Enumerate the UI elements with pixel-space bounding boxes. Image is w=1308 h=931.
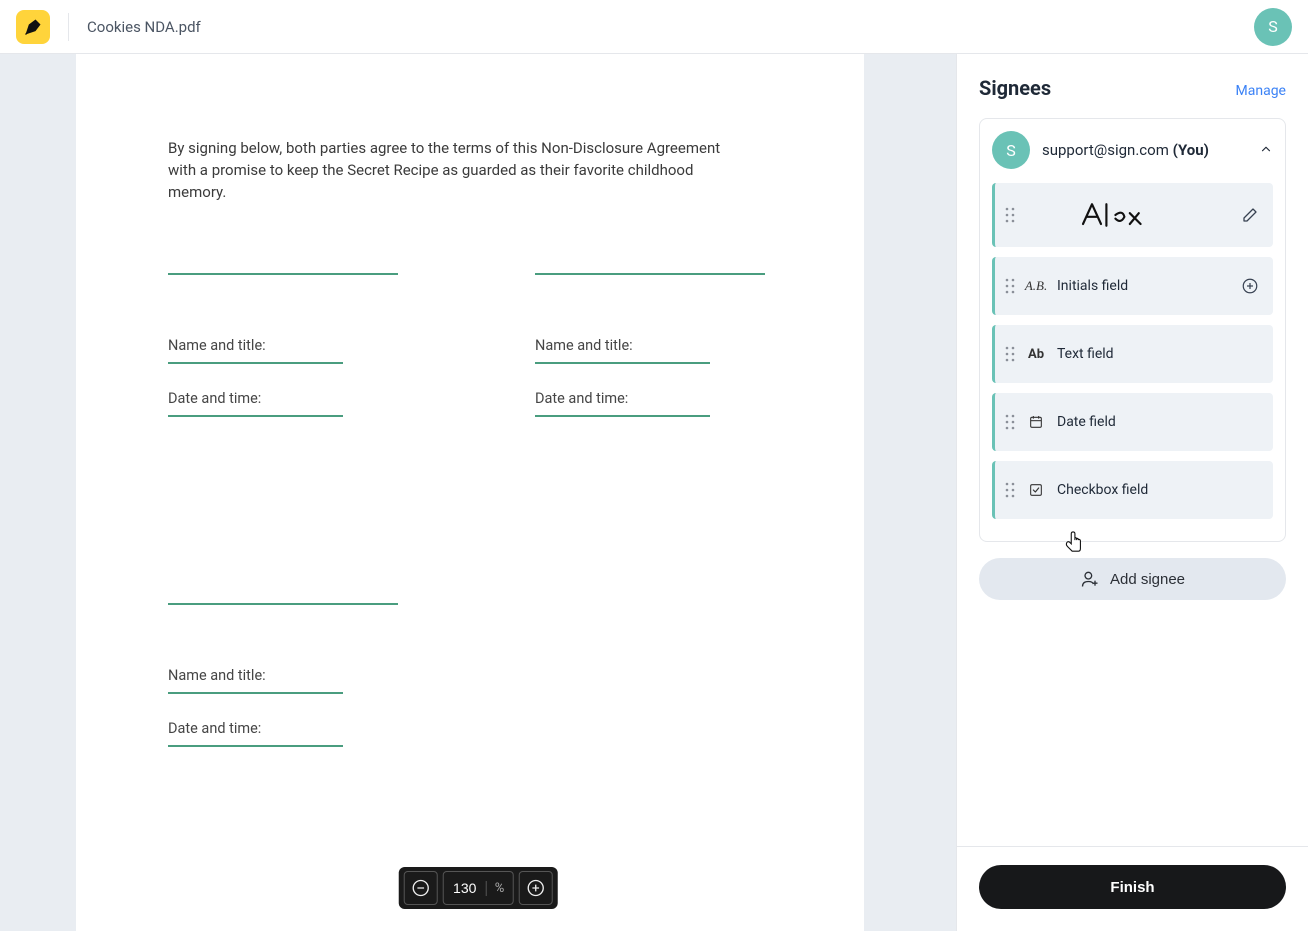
signee-avatar-initial: S (1006, 141, 1016, 160)
checkbox-field-row[interactable]: Checkbox field (992, 461, 1273, 519)
add-signee-button[interactable]: Add signee (979, 558, 1286, 600)
signature-line[interactable] (535, 273, 765, 275)
zoom-out-button[interactable] (404, 871, 438, 905)
signees-panel: Signees Manage S support@sign.com (You) (956, 54, 1308, 931)
date-time-label: Date and time: (535, 390, 772, 407)
signature-field-row[interactable] (992, 183, 1273, 247)
checkbox-icon (1027, 482, 1045, 498)
panel-title: Signees (979, 76, 1051, 100)
drag-handle-icon[interactable] (1005, 414, 1015, 430)
document-canvas[interactable]: By signing below, both parties agree to … (0, 54, 956, 931)
name-title-line[interactable] (168, 692, 343, 694)
text-field-row[interactable]: Ab Text field (992, 325, 1273, 383)
top-bar: Cookies NDA.pdf S (0, 0, 1308, 54)
drag-handle-icon[interactable] (1005, 346, 1015, 362)
name-title-label: Name and title: (168, 667, 438, 684)
drag-handle-icon[interactable] (1005, 207, 1015, 223)
minus-circle-icon (411, 878, 431, 898)
date-time-line[interactable] (168, 415, 343, 417)
signee-avatar: S (992, 131, 1030, 169)
intro-paragraph: By signing below, both parties agree to … (168, 138, 728, 203)
date-time-label: Date and time: (168, 720, 438, 737)
chevron-up-icon (1259, 141, 1273, 160)
document-page: By signing below, both parties agree to … (76, 54, 864, 931)
divider (68, 13, 69, 41)
plus-circle-icon (1241, 277, 1259, 295)
plus-circle-icon (525, 878, 545, 898)
signee-header[interactable]: S support@sign.com (You) (992, 131, 1273, 169)
text-icon: Ab (1027, 347, 1045, 362)
drag-handle-icon[interactable] (1005, 278, 1015, 294)
finish-label: Finish (1110, 879, 1154, 896)
zoom-toolbar: % (399, 867, 558, 909)
zoom-input[interactable] (444, 879, 486, 897)
field-label: Checkbox field (1057, 482, 1259, 498)
finish-button[interactable]: Finish (979, 865, 1286, 909)
field-label: Text field (1057, 346, 1259, 362)
manage-link[interactable]: Manage (1236, 83, 1286, 99)
user-plus-icon (1080, 569, 1100, 589)
field-label: Date field (1057, 414, 1259, 430)
panel-footer: Finish (957, 846, 1308, 931)
signature-line[interactable] (168, 273, 398, 275)
date-field-row[interactable]: Date field (992, 393, 1273, 451)
pen-nib-icon (23, 17, 43, 37)
add-initials-button[interactable] (1241, 277, 1259, 295)
signee-card: S support@sign.com (You) (979, 118, 1286, 542)
zoom-unit: % (486, 881, 513, 896)
drag-handle-icon[interactable] (1005, 482, 1015, 498)
document-title: Cookies NDA.pdf (87, 18, 201, 36)
signature-line[interactable] (168, 603, 398, 605)
signature-block-3: Name and title: Date and time: (168, 603, 438, 747)
signature-block-2: Name and title: Date and time: (535, 273, 772, 443)
date-time-label: Date and time: (168, 390, 405, 407)
signee-you-label: (You) (1173, 141, 1209, 159)
initials-field-row[interactable]: A.B. Initials field (992, 257, 1273, 315)
name-title-label: Name and title: (168, 337, 405, 354)
date-time-line[interactable] (168, 745, 343, 747)
signee-email-text: support@sign.com (1042, 141, 1169, 159)
pencil-icon (1241, 206, 1259, 224)
app-logo[interactable] (16, 10, 50, 44)
name-title-line[interactable] (535, 362, 710, 364)
signature-block-1: Name and title: Date and time: (168, 273, 405, 443)
field-label: Initials field (1057, 278, 1229, 294)
edit-signature-button[interactable] (1241, 206, 1259, 224)
zoom-in-button[interactable] (518, 871, 552, 905)
signee-email: support@sign.com (You) (1042, 141, 1209, 159)
zoom-value-box: % (443, 871, 514, 905)
initials-icon: A.B. (1027, 278, 1045, 294)
name-title-label: Name and title: (535, 337, 772, 354)
user-avatar[interactable]: S (1254, 8, 1292, 46)
user-avatar-initial: S (1268, 17, 1278, 36)
add-signee-label: Add signee (1110, 571, 1185, 588)
date-time-line[interactable] (535, 415, 710, 417)
signature-preview (1027, 197, 1229, 233)
name-title-line[interactable] (168, 362, 343, 364)
calendar-icon (1027, 414, 1045, 430)
